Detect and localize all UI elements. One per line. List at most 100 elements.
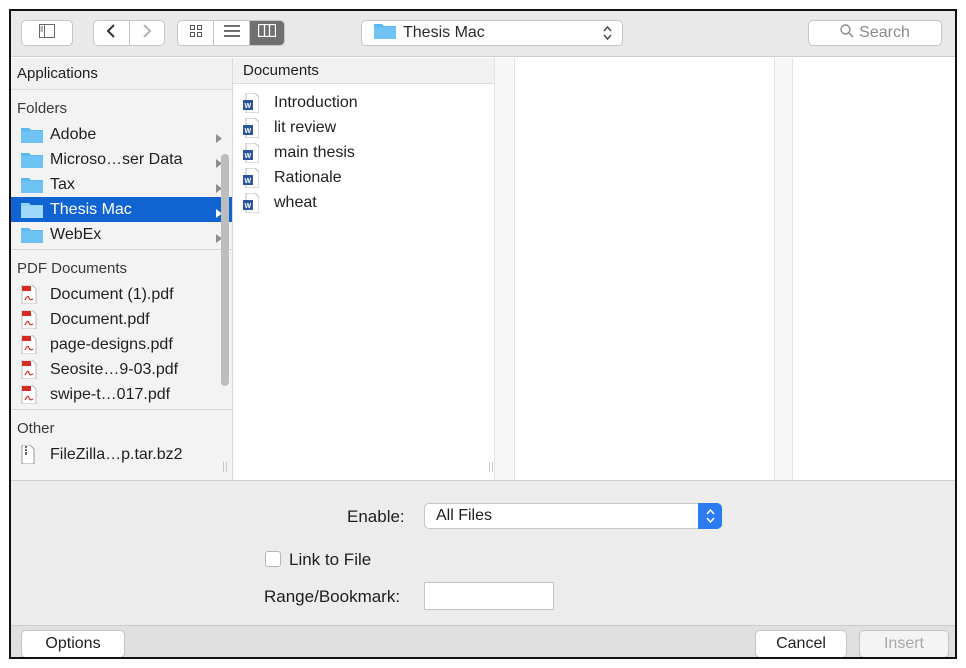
- sidebar-item-label: Microso…ser Data: [50, 150, 183, 168]
- icon-view-button[interactable]: [178, 21, 213, 45]
- range-bookmark-input[interactable]: [424, 582, 554, 610]
- sidebar-item-label: Tax: [50, 175, 75, 193]
- enable-label: Enable:: [347, 507, 405, 526]
- sidebar-item-page-designs-pdf[interactable]: page-designs.pdf: [11, 332, 232, 357]
- sidebar-item-label: Document.pdf: [50, 310, 150, 328]
- section-divider: [11, 409, 232, 410]
- view-mode-control: [177, 20, 285, 46]
- sidebar-item-microsoft-user-data[interactable]: Microso…ser Data: [11, 147, 232, 172]
- link-to-file-label: Link to File: [289, 550, 372, 569]
- list-view-button[interactable]: [213, 21, 248, 45]
- file-item-main-thesis[interactable]: W main thesis: [233, 140, 494, 165]
- enable-select[interactable]: All Files: [424, 503, 722, 529]
- sidebar-item-label: WebEx: [50, 225, 102, 243]
- section-title-pdf-documents: PDF Documents: [17, 259, 128, 277]
- column-resize-handle[interactable]: [489, 462, 493, 472]
- sidebar-item-swipe-pdf[interactable]: swipe-t…017.pdf: [11, 382, 232, 407]
- column-view-button[interactable]: [248, 21, 284, 45]
- sidebar-header[interactable]: Applications: [11, 58, 232, 90]
- folder-icon: [21, 151, 43, 169]
- file-name: wheat: [274, 193, 317, 211]
- range-bookmark-label: Range/Bookmark:: [264, 587, 401, 606]
- sidebar-item-label: Seosite…9-03.pdf: [50, 360, 179, 378]
- pdf-file-icon: [21, 385, 43, 404]
- sidebar-item-thesis-mac[interactable]: Thesis Mac: [11, 197, 232, 222]
- folder-icon: [21, 226, 43, 244]
- sidebar-item-label: swipe-t…017.pdf: [50, 385, 171, 403]
- file-item-introduction[interactable]: W Introduction: [233, 90, 494, 115]
- location-label: Thesis Mac: [403, 24, 485, 41]
- search-placeholder: Search: [859, 24, 910, 41]
- forward-button[interactable]: [128, 21, 164, 45]
- options-panel: Enable: All Files Link to File Range/Boo…: [11, 480, 955, 625]
- sidebar-scrollbar-thumb[interactable]: [221, 154, 229, 386]
- pdf-file-icon: [21, 335, 43, 354]
- column-divider-strip: [775, 58, 793, 480]
- sidebar-item-label: Adobe: [50, 125, 97, 143]
- empty-column: [515, 58, 775, 480]
- grid-icon: [189, 24, 202, 42]
- section-title-other: Other: [17, 419, 55, 437]
- documents-column: Documents W Introduction W lit review W …: [233, 58, 495, 480]
- sidebar-toggle-button[interactable]: [21, 20, 73, 46]
- updown-arrows-icon: [603, 25, 612, 46]
- file-item-lit-review[interactable]: W lit review: [233, 115, 494, 140]
- sidebar: Applications Folders Adobe Microso…ser D…: [11, 58, 233, 480]
- sidebar-item-label: page-designs.pdf: [50, 335, 173, 353]
- column-header: Documents: [233, 58, 494, 84]
- svg-text:W: W: [245, 178, 252, 185]
- insert-button[interactable]: Insert: [859, 630, 949, 657]
- location-popup[interactable]: Thesis Mac: [361, 20, 623, 46]
- sidebar-item-tax[interactable]: Tax: [11, 172, 232, 197]
- file-item-wheat[interactable]: W wheat: [233, 190, 494, 215]
- folder-icon: [374, 22, 396, 44]
- section-title-folders: Folders: [17, 99, 68, 117]
- archive-file-icon: [21, 445, 43, 464]
- file-name: Introduction: [274, 93, 358, 111]
- options-button[interactable]: Options: [21, 630, 125, 657]
- sidebar-item-label: Thesis Mac: [50, 200, 132, 218]
- folder-icon: [21, 201, 43, 219]
- bottom-bar: Options Cancel Insert: [11, 625, 955, 657]
- pdf-file-icon: [21, 285, 43, 304]
- file-item-rationale[interactable]: W Rationale: [233, 165, 494, 190]
- file-dialog-window: Thesis Mac Search Applications Folders A…: [9, 9, 957, 659]
- cancel-button[interactable]: Cancel: [755, 630, 847, 657]
- svg-text:W: W: [245, 128, 252, 135]
- column-divider-strip: [495, 58, 515, 480]
- toolbar: Thesis Mac Search: [11, 11, 955, 57]
- word-document-icon: W: [243, 142, 261, 163]
- sidebar-item-filezilla-archive[interactable]: FileZilla…p.tar.bz2: [11, 442, 232, 467]
- svg-text:W: W: [245, 203, 252, 210]
- column-resize-handle[interactable]: [223, 462, 227, 472]
- search-field[interactable]: Search: [808, 20, 942, 46]
- link-to-file-checkbox[interactable]: [265, 551, 281, 567]
- sidebar-item-document-pdf[interactable]: Document.pdf: [11, 307, 232, 332]
- updown-arrows-icon: [698, 503, 722, 529]
- svg-text:W: W: [245, 153, 252, 160]
- pdf-file-icon: [21, 360, 43, 379]
- list-icon: [223, 24, 240, 42]
- empty-column: [793, 58, 955, 480]
- folder-icon: [21, 126, 43, 144]
- chevron-left-icon: [106, 23, 116, 44]
- history-navigation: [93, 20, 165, 46]
- word-document-icon: W: [243, 117, 261, 138]
- enable-select-value: All Files: [436, 507, 493, 524]
- sidebar-item-webex[interactable]: WebEx: [11, 222, 232, 247]
- sidebar-item-document-1-pdf[interactable]: Document (1).pdf: [11, 282, 232, 307]
- file-name: lit review: [274, 118, 337, 136]
- section-divider: [11, 249, 232, 250]
- disclosure-arrow-icon: [216, 130, 222, 148]
- file-name: main thesis: [274, 143, 355, 161]
- back-button[interactable]: [94, 21, 129, 45]
- sidebar-item-label: FileZilla…p.tar.bz2: [50, 445, 183, 463]
- word-document-icon: W: [243, 92, 261, 113]
- sidebar-item-label: Document (1).pdf: [50, 285, 174, 303]
- svg-text:W: W: [245, 103, 252, 110]
- sidebar-item-seosite-pdf[interactable]: Seosite…9-03.pdf: [11, 357, 232, 382]
- sidebar-item-adobe[interactable]: Adobe: [11, 122, 232, 147]
- word-document-icon: W: [243, 192, 261, 213]
- chevron-right-icon: [142, 23, 152, 44]
- columns-icon: [257, 23, 276, 42]
